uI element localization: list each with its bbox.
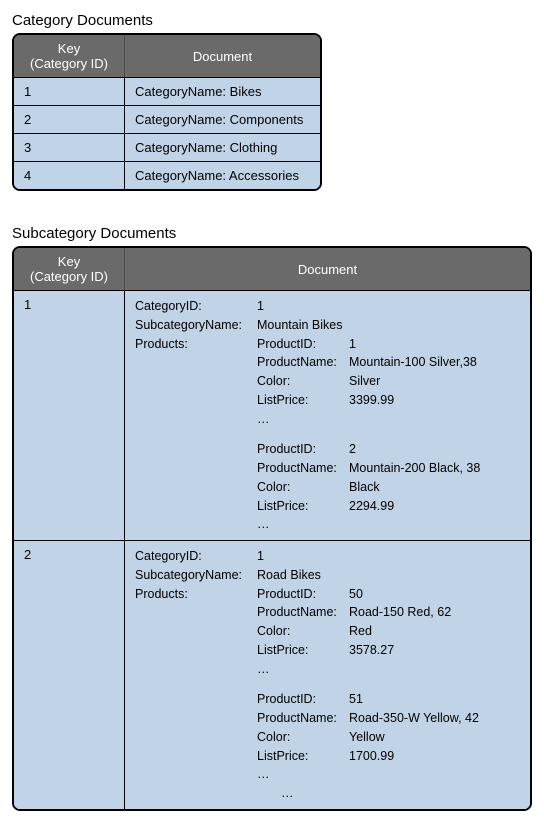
table-row: 2CategoryID:1SubcategoryName:Road BikesP… bbox=[14, 540, 530, 809]
value-listprice: 1700.99 bbox=[349, 747, 520, 766]
category-title: Category Documents bbox=[12, 12, 532, 29]
label-productname: ProductName: bbox=[257, 603, 345, 622]
value-subcategoryname: Road Bikes bbox=[257, 566, 520, 585]
ellipsis: … bbox=[257, 660, 345, 679]
label-productname: ProductName: bbox=[257, 709, 345, 728]
ellipsis: … bbox=[257, 410, 345, 429]
table-row: 2CategoryName: Components bbox=[14, 105, 320, 133]
value-productname: Mountain-200 Black, 38 bbox=[349, 459, 520, 478]
value-listprice: 3578.27 bbox=[349, 641, 520, 660]
label-products bbox=[135, 440, 253, 534]
label-products: Products: bbox=[135, 335, 253, 429]
label-productid: ProductID: bbox=[257, 335, 345, 354]
label-color: Color: bbox=[257, 478, 345, 497]
category-header-doc: Document bbox=[125, 35, 320, 78]
value-listprice: 2294.99 bbox=[349, 497, 520, 516]
subcategory-title: Subcategory Documents bbox=[12, 225, 532, 242]
category-key-cell: 2 bbox=[14, 105, 125, 133]
label-productname: ProductName: bbox=[257, 353, 345, 372]
value-productid: 51 bbox=[349, 690, 520, 709]
product-block: ProductID:50ProductName:Road-150 Red, 62… bbox=[257, 585, 520, 679]
product-block: ProductID:2ProductName:Mountain-200 Blac… bbox=[257, 440, 520, 534]
label-products: Products: bbox=[135, 585, 253, 679]
label-productid: ProductID: bbox=[257, 690, 345, 709]
value-color: Red bbox=[349, 622, 520, 641]
category-doc-cell: CategoryName: Clothing bbox=[125, 133, 320, 161]
product-block: ProductID:51ProductName:Road-350-W Yello… bbox=[257, 690, 520, 784]
ellipsis: … bbox=[257, 784, 520, 803]
value-color: Black bbox=[349, 478, 520, 497]
value-listprice: 3399.99 bbox=[349, 391, 520, 410]
value-subcategoryname: Mountain Bikes bbox=[257, 316, 520, 335]
value-productname: Road-150 Red, 62 bbox=[349, 603, 520, 622]
category-key-cell: 4 bbox=[14, 161, 125, 189]
label-productid: ProductID: bbox=[257, 440, 345, 459]
table-row: 3CategoryName: Clothing bbox=[14, 133, 320, 161]
category-doc-cell: CategoryName: Bikes bbox=[125, 78, 320, 105]
label-products bbox=[135, 690, 253, 784]
label-categoryid: CategoryID: bbox=[135, 297, 253, 316]
ellipsis: … bbox=[257, 765, 345, 784]
subcategory-doc-cell: CategoryID:1SubcategoryName:Mountain Bik… bbox=[125, 291, 530, 540]
subcategory-doc-cell: CategoryID:1SubcategoryName:Road BikesPr… bbox=[125, 540, 530, 809]
label-productid: ProductID: bbox=[257, 585, 345, 604]
value-productid: 50 bbox=[349, 585, 520, 604]
value-color: Yellow bbox=[349, 728, 520, 747]
category-table: Key (Category ID) Document 1CategoryName… bbox=[12, 33, 322, 191]
label-listprice: ListPrice: bbox=[257, 497, 345, 516]
label-color: Color: bbox=[257, 372, 345, 391]
value-productid: 2 bbox=[349, 440, 520, 459]
label-color: Color: bbox=[257, 622, 345, 641]
label-listprice: ListPrice: bbox=[257, 747, 345, 766]
category-header-key: Key (Category ID) bbox=[14, 35, 125, 78]
value-categoryid: 1 bbox=[257, 297, 520, 316]
category-key-cell: 1 bbox=[14, 78, 125, 105]
label-listprice: ListPrice: bbox=[257, 641, 345, 660]
label-productname: ProductName: bbox=[257, 459, 345, 478]
category-doc-cell: CategoryName: Accessories bbox=[125, 161, 320, 189]
category-key-cell: 3 bbox=[14, 133, 125, 161]
value-productname: Mountain-100 Silver,38 bbox=[349, 353, 520, 372]
value-categoryid: 1 bbox=[257, 547, 520, 566]
label-color: Color: bbox=[257, 728, 345, 747]
value-productname: Road-350-W Yellow, 42 bbox=[349, 709, 520, 728]
table-row: 1CategoryID:1SubcategoryName:Mountain Bi… bbox=[14, 291, 530, 540]
subcategory-header-doc: Document bbox=[125, 248, 530, 291]
table-row: 1CategoryName: Bikes bbox=[14, 78, 320, 105]
product-block: ProductID:1ProductName:Mountain-100 Silv… bbox=[257, 335, 520, 429]
value-productid: 1 bbox=[349, 335, 520, 354]
label-listprice: ListPrice: bbox=[257, 391, 345, 410]
subcategory-table: Key (Category ID) Document 1CategoryID:1… bbox=[12, 246, 532, 811]
subcategory-header-key: Key (Category ID) bbox=[14, 248, 125, 291]
category-doc-cell: CategoryName: Components bbox=[125, 105, 320, 133]
value-color: Silver bbox=[349, 372, 520, 391]
label-categoryid: CategoryID: bbox=[135, 547, 253, 566]
ellipsis: … bbox=[257, 515, 345, 534]
label-subcategoryname: SubcategoryName: bbox=[135, 566, 253, 585]
label-subcategoryname: SubcategoryName: bbox=[135, 316, 253, 335]
table-row: 4CategoryName: Accessories bbox=[14, 161, 320, 189]
subcategory-key-cell: 1 bbox=[14, 291, 125, 540]
subcategory-key-cell: 2 bbox=[14, 540, 125, 809]
